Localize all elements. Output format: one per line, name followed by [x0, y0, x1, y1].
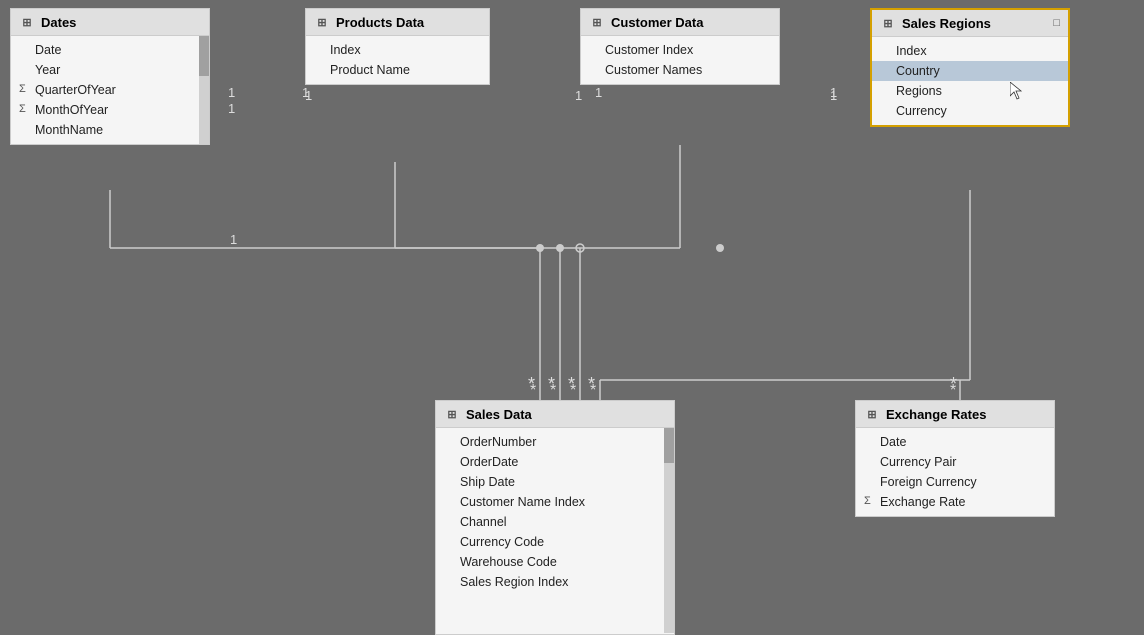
sales-regions-title: Sales Regions	[902, 16, 991, 31]
customer-data-body: Customer Index Customer Names	[581, 36, 779, 84]
table-icon: ⊞	[880, 15, 896, 31]
sales-regions-body: Index Country Regions Currency	[872, 37, 1068, 125]
table-row[interactable]: Index	[872, 41, 1068, 61]
sales-regions-header: ⊞ Sales Regions □	[872, 10, 1068, 37]
exchange-rates-table[interactable]: ⊞ Exchange Rates Date Currency Pair Fore…	[855, 400, 1055, 517]
sigma-icon: Σ	[19, 83, 26, 95]
products-data-body: Index Product Name	[306, 36, 489, 84]
dates-table[interactable]: ⊞ Dates Date Year ΣQuarterOfYear ΣMonthO…	[10, 8, 210, 145]
exchange-rates-header: ⊞ Exchange Rates	[856, 401, 1054, 428]
dates-table-title: Dates	[41, 15, 76, 30]
sales-data-header: ⊞ Sales Data	[436, 401, 674, 428]
customer-data-title: Customer Data	[611, 15, 703, 30]
products-data-header: ⊞ Products Data	[306, 9, 489, 36]
svg-text:*: *	[530, 382, 536, 399]
sigma-icon: Σ	[19, 103, 26, 115]
customer-data-header: ⊞ Customer Data	[581, 9, 779, 36]
svg-text:1: 1	[830, 85, 837, 100]
collapse-icon[interactable]: □	[1053, 17, 1060, 29]
svg-text:1: 1	[228, 85, 235, 100]
svg-text:*: *	[548, 374, 555, 394]
svg-text:*: *	[570, 382, 576, 399]
dates-table-body: Date Year ΣQuarterOfYear ΣMonthOfYear Mo…	[11, 36, 209, 144]
table-row[interactable]: Regions	[872, 81, 1068, 101]
table-icon: ⊞	[19, 14, 35, 30]
table-row[interactable]: OrderDate	[436, 452, 674, 472]
svg-text:1: 1	[228, 101, 235, 116]
table-row[interactable]: Ship Date	[436, 472, 674, 492]
table-row[interactable]: Customer Name Index	[436, 492, 674, 512]
customer-data-table[interactable]: ⊞ Customer Data Customer Index Customer …	[580, 8, 780, 85]
svg-text:*: *	[590, 382, 596, 399]
svg-text:1: 1	[302, 85, 309, 100]
table-row[interactable]: Sales Region Index	[436, 572, 674, 592]
table-row[interactable]: OrderNumber	[436, 432, 674, 452]
exchange-rates-title: Exchange Rates	[886, 407, 986, 422]
svg-text:*: *	[550, 382, 556, 399]
sales-data-body: OrderNumber OrderDate Ship Date Customer…	[436, 428, 674, 633]
svg-text:1: 1	[305, 88, 312, 103]
table-row[interactable]: Customer Names	[581, 60, 779, 80]
table-row[interactable]: ΣMonthOfYear	[11, 100, 209, 120]
svg-text:*: *	[528, 374, 535, 394]
svg-text:*: *	[950, 382, 956, 399]
table-icon: ⊞	[314, 14, 330, 30]
table-row[interactable]: Customer Index	[581, 40, 779, 60]
exchange-rates-body: Date Currency Pair Foreign Currency ΣExc…	[856, 428, 1054, 516]
dates-table-header: ⊞ Dates	[11, 9, 209, 36]
table-icon: ⊞	[589, 14, 605, 30]
sales-data-table[interactable]: ⊞ Sales Data OrderNumber OrderDate Ship …	[435, 400, 675, 635]
svg-text:*: *	[950, 374, 957, 394]
svg-text:1: 1	[595, 85, 602, 100]
sales-regions-table[interactable]: ⊞ Sales Regions □ Index Country Regions …	[870, 8, 1070, 127]
svg-text:1: 1	[230, 232, 237, 247]
diagram-canvas: 1 * 1 1 * 1 * 1 * * 1 1 1 1 1 *	[0, 0, 1144, 635]
table-row[interactable]: Warehouse Code	[436, 552, 674, 572]
sales-data-title: Sales Data	[466, 407, 532, 422]
table-row[interactable]: ΣQuarterOfYear	[11, 80, 209, 100]
products-data-table[interactable]: ⊞ Products Data Index Product Name	[305, 8, 490, 85]
table-row[interactable]: ΣExchange Rate	[856, 492, 1054, 512]
table-row[interactable]: Foreign Currency	[856, 472, 1054, 492]
table-row[interactable]: MonthName	[11, 120, 209, 140]
svg-text:1: 1	[575, 88, 582, 103]
svg-text:1: 1	[830, 88, 837, 103]
table-row[interactable]: Product Name	[306, 60, 489, 80]
table-row[interactable]: Currency Pair	[856, 452, 1054, 472]
table-row[interactable]: Currency Code	[436, 532, 674, 552]
table-row[interactable]: Country	[872, 61, 1068, 81]
table-row[interactable]: Year	[11, 60, 209, 80]
table-icon: ⊞	[864, 406, 880, 422]
svg-text:*: *	[568, 374, 575, 394]
table-row[interactable]: Index	[306, 40, 489, 60]
table-row[interactable]: Date	[11, 40, 209, 60]
table-row[interactable]: Currency	[872, 101, 1068, 121]
products-data-title: Products Data	[336, 15, 424, 30]
table-row[interactable]: Date	[856, 432, 1054, 452]
table-row[interactable]: Channel	[436, 512, 674, 532]
sigma-icon: Σ	[864, 495, 871, 507]
table-icon: ⊞	[444, 406, 460, 422]
svg-text:*: *	[588, 374, 595, 394]
